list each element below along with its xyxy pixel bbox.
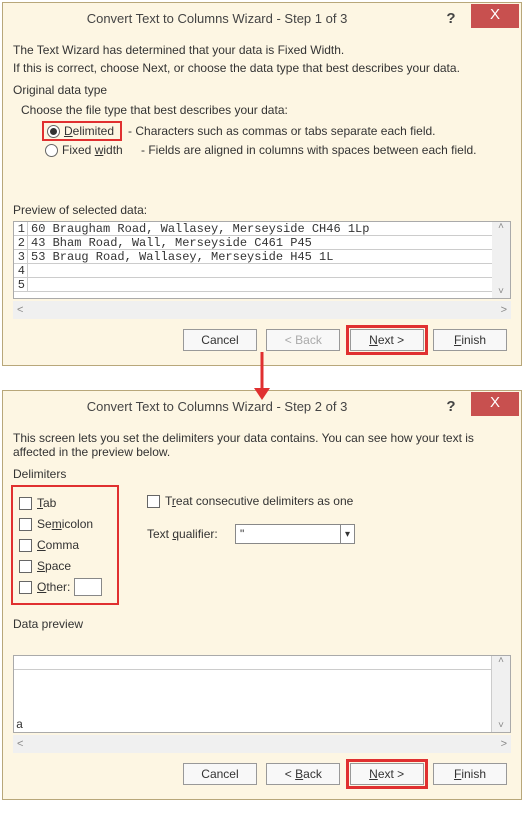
scroll-down-icon[interactable]: ˅ <box>498 287 504 298</box>
text-qualifier-label: Text qualifier: <box>147 527 235 541</box>
scroll-left-icon[interactable]: < <box>13 738 23 750</box>
check-comma[interactable] <box>19 539 32 552</box>
preview-row: 353 Braug Road, Wallasey, Merseyside H45… <box>14 250 510 264</box>
delimiters-label: Delimiters <box>13 467 511 481</box>
check-tab-row[interactable]: Tab <box>19 494 111 512</box>
other-delimiter-input[interactable] <box>74 578 102 596</box>
radio-fixed-width-label: Fixed width <box>62 143 123 157</box>
radio-fixed-width[interactable] <box>45 144 58 157</box>
radio-delimited[interactable] <box>47 125 60 138</box>
close-button[interactable]: X <box>471 392 519 416</box>
choose-file-type-label: Choose the file type that best describes… <box>21 103 507 117</box>
delimiters-right-pane: Treat consecutive delimiters as one Text… <box>147 485 355 544</box>
back-button: < Back <box>266 329 340 351</box>
scroll-right-icon[interactable]: > <box>501 738 511 750</box>
preview-row: 243 Bham Road, Wall, Merseyside C461 P45 <box>14 236 510 250</box>
scroll-up-icon[interactable]: ˄ <box>498 222 504 233</box>
check-semicolon-label: Semicolon <box>37 517 93 531</box>
preview-row: 4 <box>14 264 510 278</box>
dialog-title: Convert Text to Columns Wizard - Step 2 … <box>3 399 431 414</box>
check-other-row[interactable]: Other: <box>19 578 111 596</box>
close-button[interactable]: X <box>471 4 519 28</box>
check-space[interactable] <box>19 560 32 573</box>
wizard-step2-dialog: Convert Text to Columns Wizard - Step 2 … <box>2 390 522 800</box>
intro-text-1: The Text Wizard has determined that your… <box>13 43 511 57</box>
horizontal-scrollbar[interactable]: < > <box>13 301 511 319</box>
check-space-row[interactable]: Space <box>19 557 111 575</box>
intro-text: This screen lets you set the delimiters … <box>13 431 511 459</box>
check-semicolon-row[interactable]: Semicolon <box>19 515 111 533</box>
check-semicolon[interactable] <box>19 518 32 531</box>
vertical-scrollbar[interactable]: ˄ ˅ <box>492 656 510 732</box>
delimiters-highlight-box: Tab Semicolon Comma Space Other: <box>11 485 119 605</box>
check-other[interactable] <box>19 581 32 594</box>
wizard-step1-dialog: Convert Text to Columns Wizard - Step 1 … <box>2 2 522 366</box>
scroll-down-icon[interactable]: ˅ <box>498 721 504 732</box>
horizontal-scrollbar[interactable]: < > <box>13 735 511 753</box>
check-treat-consecutive[interactable] <box>147 495 160 508</box>
chevron-down-icon[interactable]: ▾ <box>340 525 350 543</box>
cancel-button[interactable]: Cancel <box>183 329 257 351</box>
delimited-highlight-box: Delimited <box>42 121 122 141</box>
original-data-type-label: Original data type <box>13 83 511 97</box>
text-qualifier-row: Text qualifier: " ▾ <box>147 524 355 544</box>
check-comma-row[interactable]: Comma <box>19 536 111 554</box>
check-other-label: Other: <box>37 580 70 594</box>
preview-box: 160 Braugham Road, Wallasey, Merseyside … <box>13 221 511 299</box>
preview-column: a <box>14 656 492 732</box>
finish-button[interactable]: Finish <box>433 329 507 351</box>
preview-value: a <box>16 718 23 732</box>
scroll-right-icon[interactable]: > <box>501 304 511 316</box>
help-button[interactable]: ? <box>431 398 471 415</box>
text-qualifier-select[interactable]: " ▾ <box>235 524 355 544</box>
dialog-title: Convert Text to Columns Wizard - Step 1 … <box>3 11 431 26</box>
check-treat-consecutive-row[interactable]: Treat consecutive delimiters as one <box>147 492 355 510</box>
check-treat-consecutive-label: Treat consecutive delimiters as one <box>165 494 353 508</box>
preview-row: 5 <box>14 278 510 292</box>
check-tab[interactable] <box>19 497 32 510</box>
arrow-down-icon <box>0 370 524 392</box>
text-qualifier-value: " <box>240 527 244 541</box>
finish-button[interactable]: Finish <box>433 763 507 785</box>
preview-row: 160 Braugham Road, Wallasey, Merseyside … <box>14 222 510 236</box>
radio-delimited-row[interactable]: Delimited - Characters such as commas or… <box>45 121 507 141</box>
data-preview-box: a ˄ ˅ <box>13 655 511 733</box>
intro-text-2: If this is correct, choose Next, or choo… <box>13 61 511 75</box>
data-preview-label: Data preview <box>13 617 511 631</box>
help-button[interactable]: ? <box>431 10 471 27</box>
radio-fixed-row[interactable]: Fixed width - Fields are aligned in colu… <box>45 143 507 157</box>
dialog-body: The Text Wizard has determined that your… <box>3 33 521 365</box>
check-comma-label: Comma <box>37 538 79 552</box>
dialog-body: This screen lets you set the delimiters … <box>3 421 521 799</box>
preview-label: Preview of selected data: <box>13 203 511 217</box>
vertical-scrollbar[interactable]: ˄ ˅ <box>492 222 510 298</box>
check-space-label: Space <box>37 559 71 573</box>
radio-fixed-width-desc: - Fields are aligned in columns with spa… <box>141 143 477 157</box>
back-button[interactable]: < Back <box>266 763 340 785</box>
scroll-left-icon[interactable]: < <box>13 304 23 316</box>
delimiters-group: Tab Semicolon Comma Space Other: <box>13 485 511 605</box>
next-button[interactable]: Next > <box>350 763 424 785</box>
titlebar: Convert Text to Columns Wizard - Step 1 … <box>3 3 521 33</box>
file-type-group: Choose the file type that best describes… <box>13 101 511 167</box>
radio-delimited-desc: - Characters such as commas or tabs sepa… <box>128 124 435 138</box>
radio-delimited-label: Delimited <box>64 124 114 138</box>
scroll-up-icon[interactable]: ˄ <box>498 656 504 667</box>
button-row: Cancel < Back Next > Finish <box>13 753 511 793</box>
check-tab-label: Tab <box>37 496 56 510</box>
next-button[interactable]: Next > <box>350 329 424 351</box>
cancel-button[interactable]: Cancel <box>183 763 257 785</box>
